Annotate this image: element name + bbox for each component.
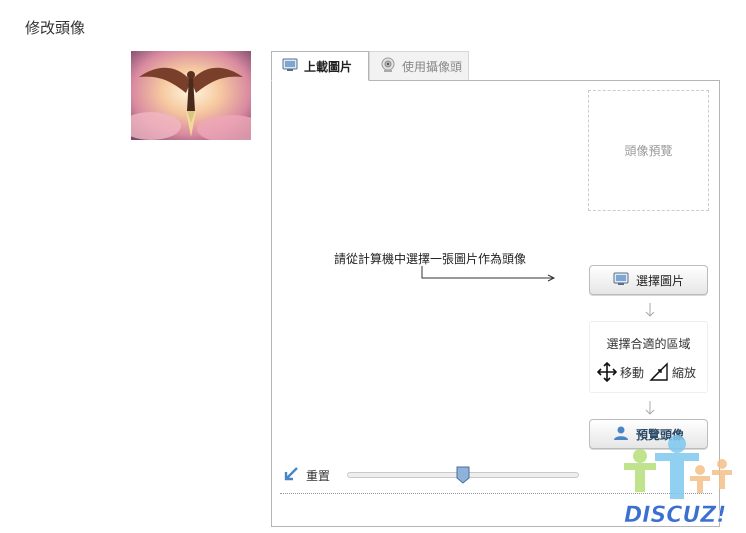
- tab-use-camera[interactable]: 使用攝像頭: [369, 51, 469, 81]
- select-image-button[interactable]: 選擇圖片: [589, 265, 708, 295]
- zoom-label: 縮放: [672, 366, 697, 380]
- monitor-icon: [613, 272, 629, 289]
- resize-icon: [649, 362, 669, 386]
- webcam-icon: [380, 57, 396, 76]
- tab-label: 使用攝像頭: [402, 60, 463, 74]
- crop-step-title: 選擇合適的區域: [606, 337, 691, 351]
- tab-label: 上載圖片: [304, 59, 353, 74]
- move-icon: [596, 361, 618, 386]
- reset-label: 重置: [306, 469, 331, 483]
- down-arrow-icon: [645, 303, 655, 317]
- page-title: 修改頭像: [25, 19, 86, 37]
- monitor-icon: [282, 58, 298, 75]
- reset-arrow-icon: [284, 467, 298, 484]
- zoom-slider-thumb[interactable]: [456, 466, 470, 484]
- preview-placeholder: 頭像預覽: [624, 144, 673, 158]
- tab-upload-image[interactable]: 上載圖片: [271, 51, 369, 81]
- instruction-text: 請從計算機中選擇一張圖片作為頭像: [334, 252, 527, 266]
- down-arrow-icon: [645, 401, 655, 415]
- avatar-preview-box: 頭像預覽: [588, 90, 709, 211]
- move-label: 移動: [620, 366, 645, 380]
- guide-arrow: [421, 266, 556, 282]
- select-image-label: 選擇圖片: [635, 273, 684, 288]
- watermark-text: DISCUZ!: [624, 503, 726, 528]
- current-avatar-image: [131, 51, 251, 140]
- discuz-watermark-logo: DISCUZ!: [624, 435, 732, 528]
- reset-button[interactable]: 重置: [284, 467, 330, 484]
